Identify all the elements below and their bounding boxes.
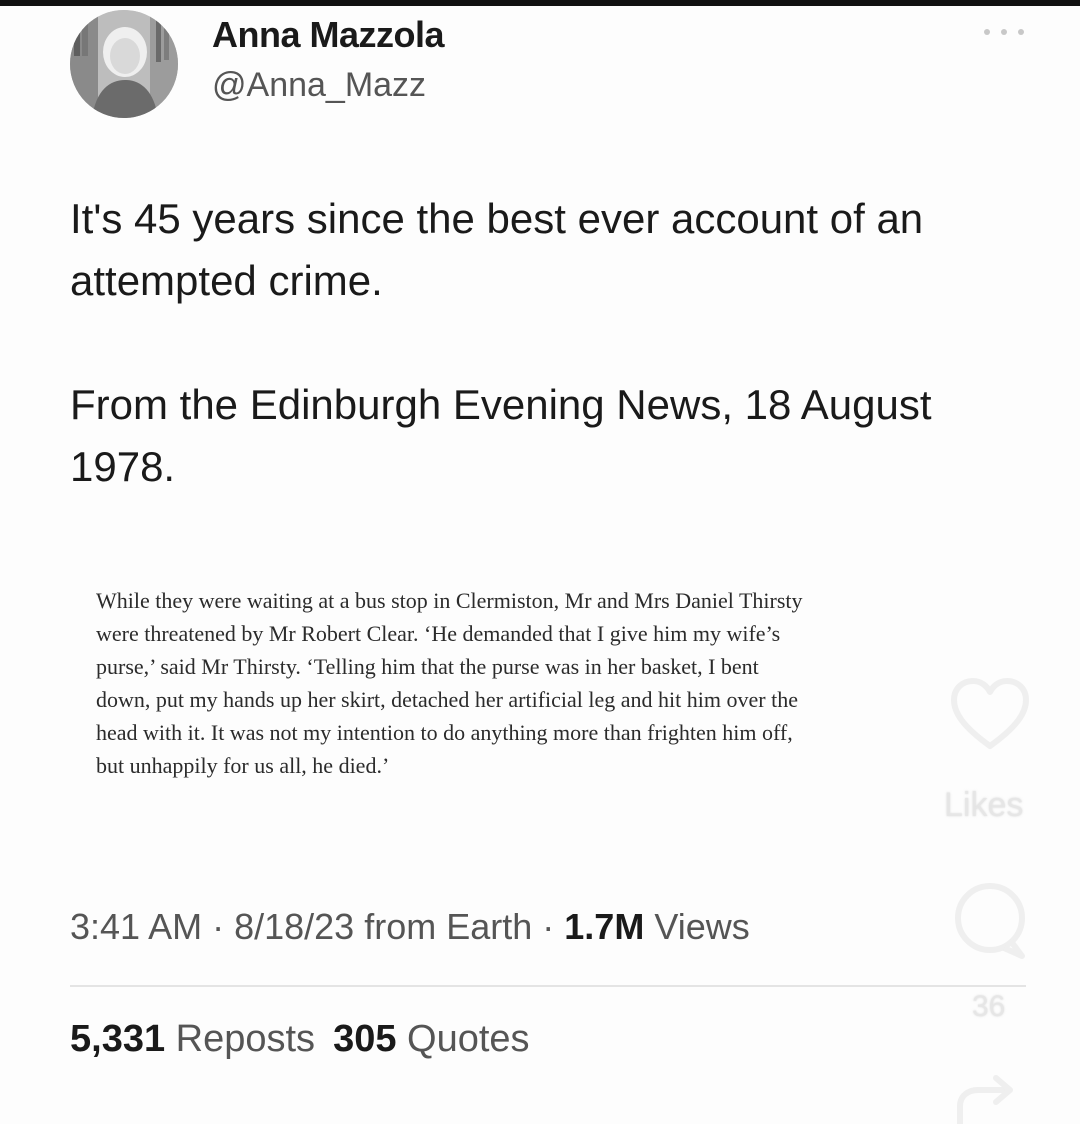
views-count[interactable]: 1.7M [564, 906, 644, 947]
avatar[interactable] [70, 10, 178, 118]
clipping-line: While they were waiting at a bus stop in… [96, 588, 803, 613]
post-time[interactable]: 3:41 AM [70, 906, 202, 947]
separator: · [202, 906, 235, 947]
user-handle[interactable]: @Anna_Mazz [212, 66, 426, 105]
share-icon[interactable] [950, 1072, 1030, 1124]
dot [984, 29, 990, 35]
dot [1018, 29, 1024, 35]
tweet-screenshot: Anna Mazzola @Anna_Mazz It's 45 years si… [0, 0, 1080, 1124]
post-source: from Earth [354, 906, 533, 947]
post-date[interactable]: 8/18/23 [234, 906, 354, 947]
top-divider [0, 0, 1080, 6]
likes-label[interactable]: Likes [944, 786, 1023, 825]
avatar-image [70, 10, 178, 118]
comment-count: 36 [972, 990, 1006, 1023]
tweet-text: It's 45 years since the best ever accoun… [70, 188, 1030, 498]
clipping-line: were threatened by Mr Robert Clear. ‘He … [96, 621, 781, 646]
views-label[interactable]: Views [644, 906, 749, 947]
reposts-count[interactable]: 5,331 [70, 1018, 165, 1060]
dot [1001, 29, 1007, 35]
tweet-paragraph: From the Edinburgh Evening News, 18 Augu… [70, 381, 932, 490]
clipping-line: purse,’ said Mr Thirsty. ‘Telling him th… [96, 654, 759, 679]
divider [70, 985, 1026, 987]
clipping-line: head with it. It was not my intention to… [96, 720, 793, 745]
clipping-line: down, put my hands up her skirt, detache… [96, 687, 798, 712]
display-name[interactable]: Anna Mazzola [212, 14, 445, 56]
newspaper-clipping: While they were waiting at a bus stop in… [96, 584, 996, 782]
reposts-label[interactable]: Reposts [165, 1018, 315, 1060]
more-dots-icon[interactable] [984, 22, 1024, 42]
quotes-count[interactable]: 305 [333, 1018, 396, 1060]
separator: · [532, 906, 565, 947]
heart-icon[interactable] [950, 676, 1030, 752]
tweet-paragraph: It's 45 years since the best ever accoun… [70, 195, 924, 304]
comment-icon[interactable] [948, 878, 1034, 964]
quotes-label[interactable]: Quotes [396, 1018, 530, 1060]
clipping-line: but unhappily for us all, he died.’ [96, 753, 390, 778]
engagement-stats: 5,331 Reposts 305 Quotes [70, 1018, 530, 1061]
tweet-metadata: 3:41 AM · 8/18/23 from Earth · 1.7M View… [70, 906, 750, 948]
